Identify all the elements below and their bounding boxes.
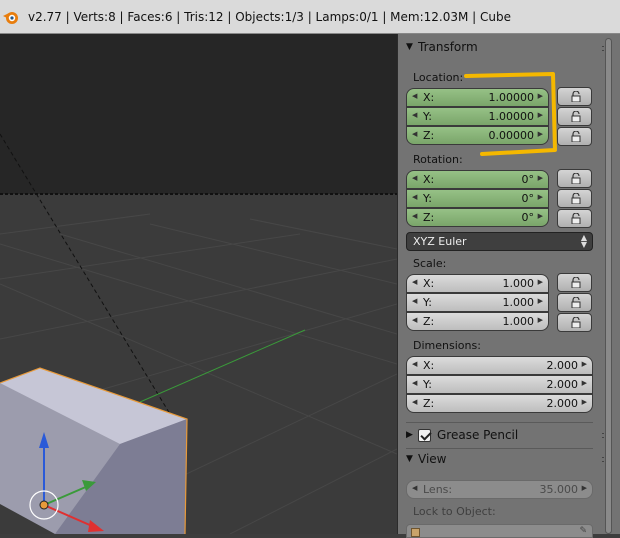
location-label: Location: — [413, 71, 464, 84]
lock-rotation-y[interactable] — [557, 189, 592, 208]
sidebar-scrollbar[interactable] — [605, 38, 612, 534]
transform-panel-header[interactable]: ▼ Transform — [406, 36, 589, 58]
decrement-arrow-icon[interactable]: ◀ — [412, 484, 417, 492]
lock-icon — [571, 192, 581, 205]
lock-scale-z[interactable] — [557, 313, 592, 332]
dimensions-z-field[interactable]: ◀ Z: 2.000 ▶ — [406, 394, 593, 413]
increment-arrow-icon[interactable]: ▶ — [538, 297, 543, 305]
cube-icon — [411, 528, 420, 537]
collapse-triangle-icon: ▼ — [406, 454, 413, 464]
lock-icon — [571, 276, 581, 289]
decrement-arrow-icon[interactable]: ◀ — [412, 174, 417, 182]
rotation-label: Rotation: — [413, 153, 463, 166]
decrement-arrow-icon[interactable]: ◀ — [412, 212, 417, 220]
scale-y-field[interactable]: ◀ Y: 1.000 ▶ — [406, 293, 549, 312]
decrement-arrow-icon[interactable]: ◀ — [412, 379, 417, 387]
decrement-arrow-icon[interactable]: ◀ — [412, 316, 417, 324]
rotation-y-field[interactable]: ◀ Y: 0° ▶ — [406, 189, 549, 208]
lock-icon — [571, 212, 581, 225]
expand-triangle-icon: ▶ — [406, 430, 413, 440]
lock-scale-y[interactable] — [557, 293, 592, 312]
dimensions-y-field[interactable]: ◀ Y: 2.000 ▶ — [406, 375, 593, 394]
increment-arrow-icon[interactable]: ▶ — [582, 379, 587, 387]
panel-divider — [406, 422, 593, 423]
dropdown-arrows-icon: ▲ ▼ — [580, 233, 587, 249]
scene-stats: v2.77 | Verts:8 | Faces:6 | Tris:12 | Ob… — [28, 9, 512, 24]
grease-pencil-checkbox[interactable] — [418, 428, 431, 442]
eyedropper-icon[interactable]: ✎ — [579, 526, 587, 536]
rotation-x-field[interactable]: ◀ X: 0° ▶ — [406, 170, 549, 189]
view-panel-header[interactable]: ▼ View — [406, 448, 589, 470]
collapse-triangle-icon: ▼ — [406, 42, 413, 52]
dimensions-label: Dimensions: — [413, 339, 481, 352]
dimensions-x-field[interactable]: ◀ X: 2.000 ▶ — [406, 356, 593, 375]
increment-arrow-icon[interactable]: ▶ — [538, 212, 543, 220]
3d-viewport[interactable] — [0, 34, 397, 534]
lock-rotation-z[interactable] — [557, 209, 592, 228]
lock-icon — [571, 110, 581, 123]
location-highlight-annotation — [464, 72, 557, 156]
scale-label: Scale: — [413, 257, 447, 270]
increment-arrow-icon[interactable]: ▶ — [582, 398, 587, 406]
properties-sidebar[interactable]: ▼ Transform Location: ◀ X: 1.00000 ▶ ◀ Y… — [397, 34, 620, 538]
lock-icon — [571, 296, 581, 309]
scale-x-field[interactable]: ◀ X: 1.000 ▶ — [406, 274, 549, 293]
lock-scale-x[interactable] — [557, 273, 592, 292]
increment-arrow-icon[interactable]: ▶ — [582, 484, 587, 492]
decrement-arrow-icon[interactable]: ◀ — [412, 111, 417, 119]
decrement-arrow-icon[interactable]: ◀ — [412, 92, 417, 100]
lock-icon — [571, 172, 581, 185]
decrement-arrow-icon[interactable]: ◀ — [412, 130, 417, 138]
rotation-mode-select[interactable]: XYZ Euler ▲ ▼ — [406, 232, 593, 251]
lock-to-object-label: Lock to Object: — [413, 505, 496, 518]
lock-to-object-field[interactable]: ✎ — [406, 524, 593, 538]
lock-icon — [571, 130, 581, 143]
blender-logo-icon[interactable] — [2, 8, 20, 26]
decrement-arrow-icon[interactable]: ◀ — [412, 398, 417, 406]
decrement-arrow-icon[interactable]: ◀ — [412, 278, 417, 286]
increment-arrow-icon[interactable]: ▶ — [538, 316, 543, 324]
increment-arrow-icon[interactable]: ▶ — [538, 278, 543, 286]
decrement-arrow-icon[interactable]: ◀ — [412, 193, 417, 201]
increment-arrow-icon[interactable]: ▶ — [538, 193, 543, 201]
lens-field[interactable]: ◀ Lens: 35.000 ▶ — [406, 480, 593, 499]
lock-icon — [571, 90, 581, 103]
lock-icon — [571, 316, 581, 329]
increment-arrow-icon[interactable]: ▶ — [582, 360, 587, 368]
increment-arrow-icon[interactable]: ▶ — [538, 174, 543, 182]
decrement-arrow-icon[interactable]: ◀ — [412, 360, 417, 368]
viewport-canvas[interactable] — [0, 34, 397, 534]
scale-z-field[interactable]: ◀ Z: 1.000 ▶ — [406, 312, 549, 331]
grease-pencil-panel-header[interactable]: ▶ Grease Pencil — [406, 424, 589, 446]
rotation-z-field[interactable]: ◀ Z: 0° ▶ — [406, 208, 549, 227]
info-header: v2.77 | Verts:8 | Faces:6 | Tris:12 | Ob… — [0, 0, 620, 34]
lock-rotation-x[interactable] — [557, 169, 592, 188]
decrement-arrow-icon[interactable]: ◀ — [412, 297, 417, 305]
